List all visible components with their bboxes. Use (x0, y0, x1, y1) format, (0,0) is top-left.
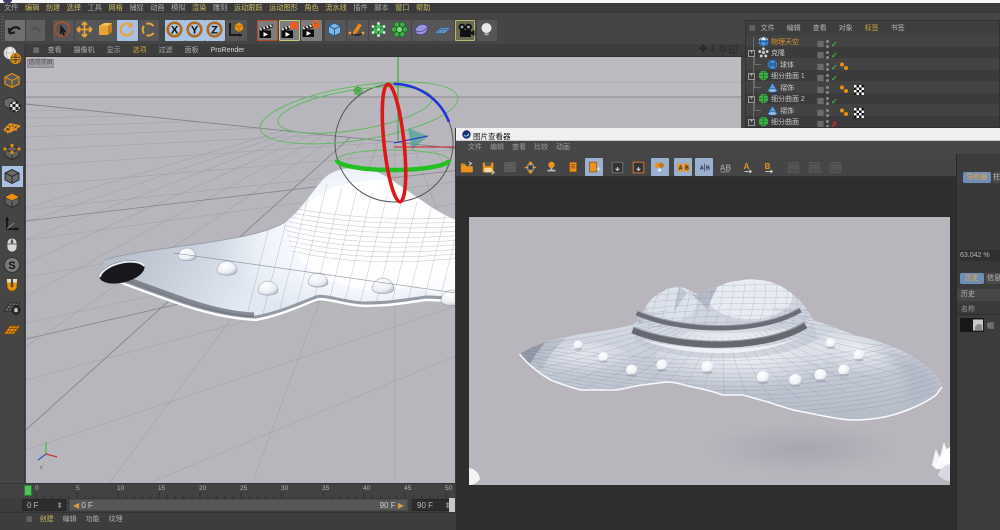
svg-text:Z: Z (211, 25, 218, 37)
svg-text:B: B (685, 165, 689, 171)
svg-text:X: X (171, 25, 179, 37)
svg-text:B: B (765, 161, 771, 170)
svg-text:A: A (678, 165, 682, 171)
svg-text:FB: FB (810, 164, 819, 171)
svg-text:AB: AB (719, 163, 731, 172)
svg-text:Y: Y (191, 25, 199, 37)
svg-text:RS: RS (789, 164, 798, 171)
svg-text:B: B (706, 165, 710, 171)
svg-text:x: x (40, 465, 43, 471)
svg-text:S: S (8, 260, 15, 272)
svg-text:A: A (744, 161, 750, 170)
svg-text:A: A (699, 165, 703, 171)
svg-text:NE: NE (831, 164, 840, 171)
